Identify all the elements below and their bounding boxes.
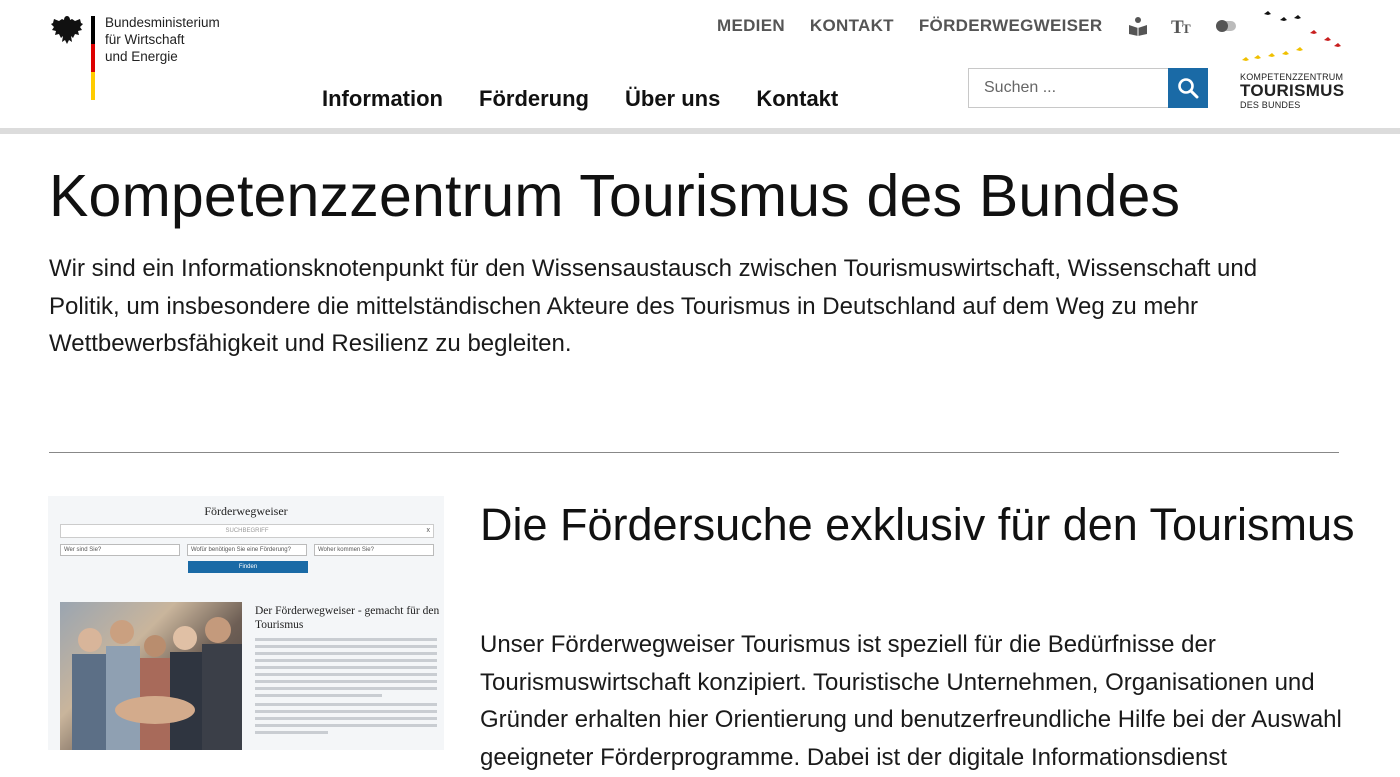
search-button[interactable] bbox=[1168, 68, 1208, 108]
meta-navigation: MEDIEN KONTAKT FÖRDERWEGWEISER TT bbox=[717, 16, 1249, 36]
ktb-logo-line2: TOURISMUS bbox=[1240, 81, 1345, 100]
main-navigation: Information Förderung Über uns Kontakt bbox=[322, 86, 874, 112]
section-title: Die Fördersuche exklusiv für den Tourism… bbox=[480, 499, 1355, 550]
book-reader-icon[interactable] bbox=[1127, 16, 1149, 36]
teaser-image-text-lines bbox=[255, 638, 437, 738]
header-divider bbox=[0, 128, 1400, 134]
close-icon: x bbox=[426, 527, 431, 534]
teaser-image-select: Woher kommen Sie? bbox=[314, 544, 434, 556]
teaser-image-select: Wofür benötigen Sie eine Förderung? bbox=[187, 544, 307, 556]
federal-eagle-icon bbox=[51, 16, 83, 44]
team-photo bbox=[60, 602, 242, 750]
teaser-image-card-title: Der Förderwegweiser - gemacht für den To… bbox=[255, 605, 440, 631]
nav-item-kontakt[interactable]: Kontakt bbox=[756, 86, 838, 112]
section-divider bbox=[49, 452, 1339, 453]
search-icon bbox=[1178, 78, 1199, 99]
site-header: Bundesministerium für Wirtschaft und Ene… bbox=[0, 0, 1400, 130]
intro-text: Wir sind ein Informationsknotenpunkt für… bbox=[49, 255, 1258, 357]
text-size-icon[interactable]: TT bbox=[1171, 16, 1193, 36]
teaser-image-search: SUCHBEGRIFF x bbox=[60, 524, 434, 538]
search-input[interactable] bbox=[968, 68, 1168, 108]
search-form bbox=[968, 68, 1208, 108]
ministry-name: Bundesministerium für Wirtschaft und Ene… bbox=[105, 14, 220, 65]
meta-link-kontakt[interactable]: KONTAKT bbox=[810, 16, 894, 36]
birds-logo-icon bbox=[1242, 11, 1341, 61]
german-flag-stripe bbox=[91, 16, 95, 100]
ministry-logo[interactable]: Bundesministerium für Wirtschaft und Ene… bbox=[50, 14, 220, 100]
teaser-image-button: Finden bbox=[188, 561, 308, 573]
ktb-logo-text: KOMPETENZZENTRUM TOURISMUS DES BUNDES bbox=[1240, 72, 1344, 110]
ministry-name-line: für Wirtschaft bbox=[105, 32, 185, 47]
ktb-logo-line3: DES BUNDES bbox=[1240, 100, 1301, 110]
ministry-name-line: Bundesministerium bbox=[105, 15, 220, 30]
nav-item-information[interactable]: Information bbox=[322, 86, 443, 112]
nav-item-foerderung[interactable]: Förderung bbox=[479, 86, 589, 112]
teaser-image-title: Förderwegweiser bbox=[204, 504, 288, 518]
teaser-image-select: Wer sind Sie? bbox=[60, 544, 180, 556]
teaser-image[interactable]: Förderwegweiser SUCHBEGRIFF x Wer sind S… bbox=[48, 496, 444, 750]
meta-link-medien[interactable]: MEDIEN bbox=[717, 16, 785, 36]
ktb-logo[interactable]: KOMPETENZZENTRUM TOURISMUS DES BUNDES bbox=[1238, 8, 1348, 118]
nav-item-ueber-uns[interactable]: Über uns bbox=[625, 86, 720, 112]
contrast-toggle-icon[interactable] bbox=[1215, 16, 1237, 36]
meta-link-foerderwegweiser[interactable]: FÖRDERWEGWEISER bbox=[919, 16, 1103, 36]
page-title: Kompetenzzentrum Tourismus des Bundes bbox=[49, 163, 1181, 229]
ministry-name-line: und Energie bbox=[105, 49, 178, 64]
teaser-image-search-placeholder: SUCHBEGRIFF bbox=[225, 528, 269, 534]
section-body: Unser Förderwegweiser Tourismus ist spez… bbox=[480, 631, 1342, 771]
svg-text:T: T bbox=[1182, 21, 1191, 36]
